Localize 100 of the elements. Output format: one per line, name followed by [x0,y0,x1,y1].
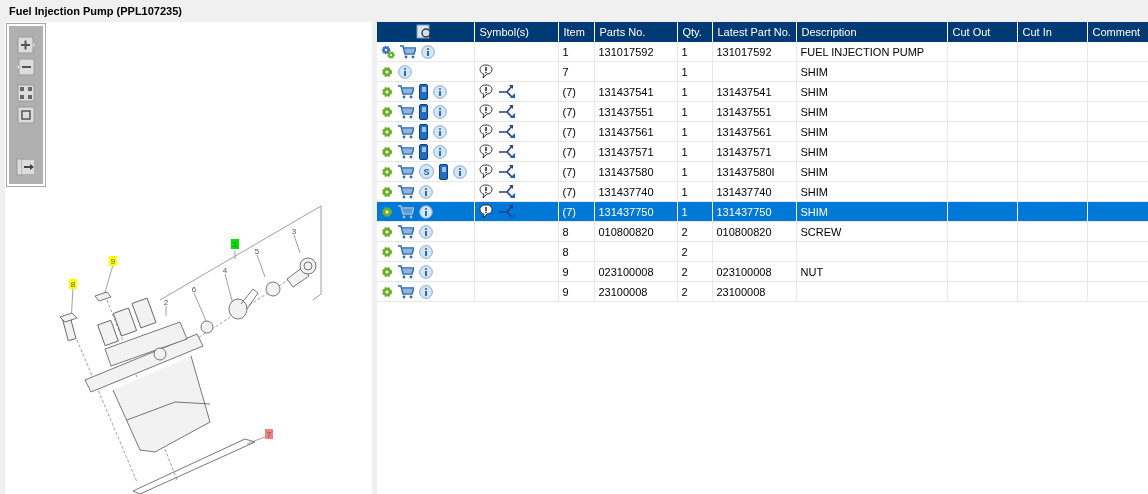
info-icon[interactable] [419,284,433,299]
cart-icon[interactable] [398,124,414,139]
cart-icon[interactable] [400,44,416,59]
note-icon[interactable] [478,184,494,199]
branch-arrow-icon[interactable] [498,84,516,99]
note-icon[interactable] [478,204,494,219]
book-icon[interactable] [439,163,448,180]
gear-icon[interactable] [381,205,393,218]
callout-number[interactable]: 2 [163,298,169,307]
column-header[interactable]: Qty. [677,22,712,42]
table-row[interactable]: 8 010800820 2 010800820 SCREW [377,221,1148,242]
info-icon[interactable] [433,124,447,139]
branch-arrow-icon[interactable] [498,164,516,179]
table-row[interactable]: 7 1 SHIM [377,61,1148,82]
cart-icon[interactable] [398,284,414,299]
callout-number[interactable]: 5 [254,247,260,256]
gear-icon[interactable] [381,265,393,278]
single-view-icon[interactable] [17,106,35,124]
table-row[interactable]: (7) 131437750 1 131437750 SHIM [377,201,1148,222]
gear-icon[interactable] [381,245,393,258]
info-icon[interactable] [419,264,433,279]
gear-icon[interactable] [381,85,393,98]
table-row[interactable]: (7) 131437571 1 131437571 SHIM [377,141,1148,162]
column-header[interactable]: Symbol(s) [474,22,558,42]
info-icon[interactable] [419,244,433,259]
grid-view-icon[interactable] [17,84,35,102]
gear-icon[interactable] [381,285,393,298]
branch-arrow-icon[interactable] [498,184,516,199]
cart-icon[interactable] [398,224,414,239]
info-icon[interactable] [398,64,412,79]
branch-arrow-icon[interactable] [498,104,516,119]
cart-icon[interactable] [398,84,414,99]
gear-icon[interactable] [381,145,393,158]
column-header[interactable]: Cut Out [947,22,1017,42]
table-cell: 010800820 [598,225,654,238]
note-icon[interactable] [478,124,494,139]
info-icon[interactable] [419,204,433,219]
table-row[interactable]: (7) 131437561 1 131437561 SHIM [377,121,1148,142]
table-row[interactable]: 9 23100008 2 23100008 [377,281,1148,302]
callout-number[interactable]: 1 [232,240,238,249]
table-row[interactable]: S (7) 131437580 1 131437580I SHIM [377,161,1148,182]
gear-icon[interactable] [381,185,393,198]
table-row[interactable]: (7) 131437551 1 131437551 SHIM [377,101,1148,122]
note-icon[interactable] [478,164,494,179]
zoom-in-icon[interactable] [17,36,35,54]
info-icon[interactable] [419,184,433,199]
table-cell: 131437740 [716,185,772,198]
info-icon[interactable] [419,224,433,239]
zoom-out-icon[interactable] [17,58,35,76]
table-cell: 023100008 [716,265,772,278]
cart-icon[interactable] [398,164,414,179]
gear-icon[interactable] [381,65,393,78]
s-badge[interactable]: S [419,164,434,179]
info-icon[interactable] [421,44,435,59]
column-header[interactable]: Description [796,22,947,42]
gear-icon[interactable] [381,165,393,178]
callout-number[interactable]: 6 [191,285,197,294]
column-header[interactable]: Comment [1087,22,1148,42]
table-row[interactable]: (7) 131437541 1 131437541 SHIM [377,81,1148,102]
info-icon[interactable] [453,164,467,179]
table-cell: (7) [562,105,576,118]
note-icon[interactable] [478,84,494,99]
book-icon[interactable] [419,123,428,140]
cart-icon[interactable] [398,104,414,119]
column-header[interactable]: Latest Part No. [712,22,796,42]
note-icon[interactable] [478,104,494,119]
branch-arrow-icon[interactable] [498,124,516,139]
info-icon[interactable] [433,84,447,99]
gear-icon[interactable] [381,225,393,238]
callout-number[interactable]: 3 [291,227,297,236]
table-cell: 9 [562,265,569,278]
table-row[interactable]: 9 023100008 2 023100008 NUT [377,261,1148,282]
book-icon[interactable] [419,103,428,120]
column-header[interactable]: Cut In [1017,22,1087,42]
find-icon[interactable] [416,24,435,40]
cart-icon[interactable] [398,184,414,199]
column-header[interactable]: Parts No. [594,22,677,42]
info-icon[interactable] [433,144,447,159]
table-row[interactable]: 1 131017592 1 131017592 FUEL INJECTION PUMP [377,42,1148,62]
gears-icon[interactable] [381,44,395,59]
callout-number[interactable]: 4 [222,266,228,275]
table-cell: SHIM [800,125,828,138]
note-icon[interactable] [478,144,494,159]
book-icon[interactable] [419,143,428,160]
note-icon[interactable] [478,64,494,79]
cart-icon[interactable] [398,264,414,279]
callout-number[interactable]: 9 [110,257,116,266]
callout-number[interactable]: 8 [70,280,76,289]
cart-icon[interactable] [398,144,414,159]
gear-icon[interactable] [381,105,393,118]
table-row[interactable]: 8 2 [377,241,1148,262]
book-icon[interactable] [419,83,428,100]
table-row[interactable]: (7) 131437740 1 131437740 SHIM [377,181,1148,202]
cart-icon[interactable] [398,244,414,259]
table-cell: 2 [681,285,688,298]
branch-arrow-icon[interactable] [498,144,516,159]
column-header[interactable]: Item [558,22,594,42]
gear-icon[interactable] [381,125,393,138]
export-icon[interactable] [16,158,36,176]
info-icon[interactable] [433,104,447,119]
